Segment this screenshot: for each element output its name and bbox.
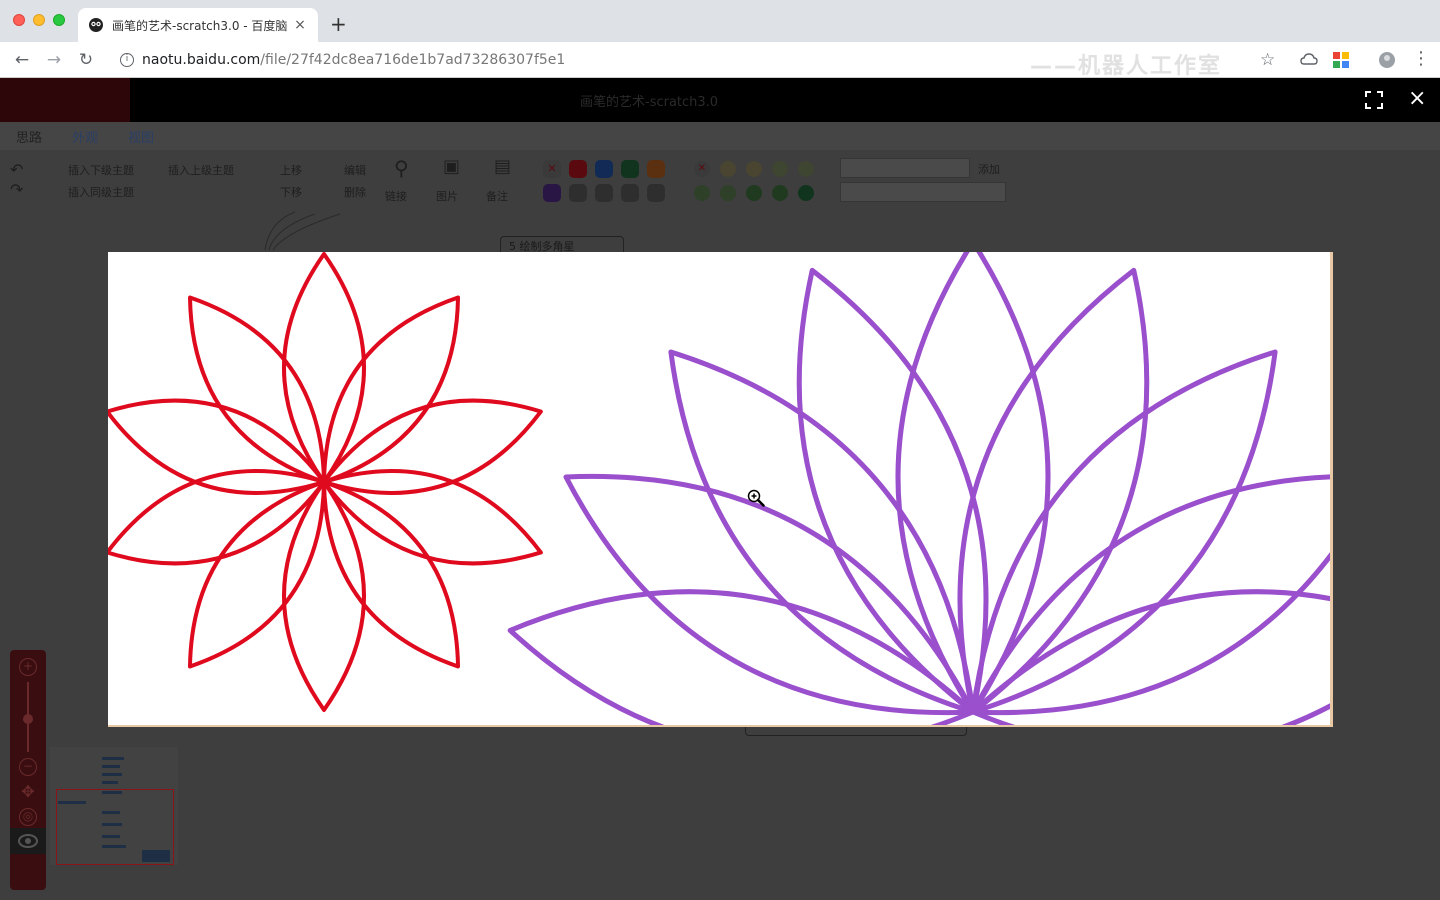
purple-petal bbox=[895, 252, 1051, 714]
baidu-naotu-favicon-icon bbox=[89, 18, 103, 32]
progress-5-icon[interactable] bbox=[720, 185, 736, 201]
cloud-extension-icon[interactable] bbox=[1300, 51, 1318, 69]
purple-petal bbox=[668, 349, 976, 715]
tab-title: 画笔的艺术-scratch3.0 - 百度脑 bbox=[112, 18, 288, 33]
close-viewer-icon[interactable]: × bbox=[1408, 88, 1426, 110]
red-petal bbox=[322, 480, 461, 669]
tag-input[interactable] bbox=[840, 158, 970, 178]
redo-icon[interactable]: ↷ bbox=[10, 180, 23, 199]
insert-sibling-button[interactable]: 插入同级主题 bbox=[68, 184, 134, 200]
move-up-button[interactable]: 上移 bbox=[280, 162, 302, 178]
zoom-in-cursor-icon bbox=[747, 489, 765, 507]
tab-appearance[interactable]: 外观 bbox=[72, 127, 98, 146]
progress-0-icon[interactable] bbox=[720, 161, 736, 177]
purple-lotus bbox=[507, 252, 1330, 725]
image-button[interactable]: 图片 bbox=[436, 188, 458, 204]
priority-2-button[interactable] bbox=[595, 160, 613, 178]
link-icon: ⚲ bbox=[394, 156, 409, 180]
priority-3-button[interactable] bbox=[621, 160, 639, 178]
video-watermark: ——机器人工作室 bbox=[1030, 54, 1223, 79]
image-viewer-bar: 画笔的艺术-scratch3.0 × bbox=[0, 78, 1440, 122]
red-flower bbox=[108, 252, 543, 712]
note-icon: ▤ bbox=[494, 156, 512, 177]
progress-3-icon[interactable] bbox=[798, 161, 814, 177]
close-window-button[interactable] bbox=[13, 14, 25, 26]
url-path: /file/27f42dc8ea716de1b7ad73286307f5e1 bbox=[260, 52, 566, 68]
insert-parent-button[interactable]: 插入上级主题 bbox=[168, 162, 234, 178]
image-lightbox[interactable] bbox=[108, 252, 1333, 727]
ribbon-toolbar: ↶ ↷ 插入下级主题 插入上级主题 插入同级主题 上移 下移 编辑 删除 ⚲ 链… bbox=[0, 150, 1440, 210]
colorful-extension-icon[interactable] bbox=[1332, 51, 1350, 69]
priority-1-button[interactable] bbox=[569, 160, 587, 178]
browser-toolbar: ← → ↻ i naotu.baidu.com/file/27f42dc8ea7… bbox=[0, 42, 1440, 79]
link-button[interactable]: 链接 bbox=[385, 188, 407, 204]
profile-avatar-icon[interactable] bbox=[1378, 51, 1396, 69]
undo-icon[interactable]: ↶ bbox=[10, 160, 23, 179]
menu-tabs: 思路 外观 视图 bbox=[0, 122, 1440, 150]
reload-icon[interactable]: ↻ bbox=[76, 50, 96, 70]
progress-1-icon[interactable] bbox=[746, 161, 762, 177]
move-down-button[interactable]: 下移 bbox=[280, 184, 302, 200]
move-icon[interactable]: ✥ bbox=[19, 784, 37, 802]
red-petal bbox=[187, 295, 326, 484]
tab-idea[interactable]: 思路 bbox=[16, 127, 42, 146]
background-mindmap-branches bbox=[264, 211, 341, 251]
zoom-slider-handle[interactable] bbox=[23, 714, 33, 724]
priority-remove-icon[interactable]: ✕ bbox=[543, 160, 561, 178]
image-icon: ▣ bbox=[443, 156, 461, 177]
priority-4-button[interactable] bbox=[647, 160, 665, 178]
site-info-icon[interactable]: i bbox=[120, 53, 134, 67]
red-petal bbox=[187, 480, 326, 669]
red-petal bbox=[322, 295, 461, 484]
url-host: naotu.baidu.com bbox=[142, 52, 261, 68]
zoom-out-icon[interactable]: − bbox=[19, 758, 37, 776]
minimap-viewport[interactable] bbox=[56, 789, 174, 865]
viewer-title: 画笔的艺术-scratch3.0 bbox=[580, 95, 719, 110]
locate-icon[interactable]: ◎ bbox=[19, 808, 37, 826]
flower-drawing-image bbox=[108, 252, 1330, 725]
browser-tab-bar: 画笔的艺术-scratch3.0 - 百度脑 × + bbox=[0, 0, 1440, 42]
priority-7-button[interactable] bbox=[595, 184, 613, 202]
browser-menu-icon[interactable]: ⋮ bbox=[1412, 48, 1430, 69]
app-logo bbox=[0, 78, 130, 122]
progress-6-icon[interactable] bbox=[746, 185, 762, 201]
note-button[interactable]: 备注 bbox=[486, 188, 508, 204]
edit-button[interactable]: 编辑 bbox=[344, 162, 366, 178]
zoom-panel: + − ✥ ◎ bbox=[10, 650, 46, 890]
tab-view[interactable]: 视图 bbox=[128, 127, 154, 146]
delete-button[interactable]: 删除 bbox=[344, 184, 366, 200]
purple-petal bbox=[970, 349, 1278, 715]
back-arrow-icon[interactable]: ← bbox=[12, 50, 32, 70]
maximize-window-button[interactable] bbox=[53, 14, 65, 26]
priority-8-button[interactable] bbox=[621, 184, 639, 202]
insert-child-button[interactable]: 插入下级主题 bbox=[68, 162, 134, 178]
priority-6-button[interactable] bbox=[569, 184, 587, 202]
minimize-window-button[interactable] bbox=[33, 14, 45, 26]
new-tab-button[interactable]: + bbox=[330, 12, 347, 36]
progress-2-icon[interactable] bbox=[772, 161, 788, 177]
tab-close-icon[interactable]: × bbox=[292, 17, 308, 33]
browser-tab[interactable]: 画笔的艺术-scratch3.0 - 百度脑 × bbox=[78, 8, 318, 42]
minimap[interactable] bbox=[50, 747, 178, 865]
progress-7-icon[interactable] bbox=[772, 185, 788, 201]
progress-4-icon[interactable] bbox=[694, 185, 710, 201]
eye-icon[interactable] bbox=[10, 828, 46, 854]
priority-5-button[interactable] bbox=[543, 184, 561, 202]
zoom-in-icon[interactable]: + bbox=[19, 658, 37, 676]
bookmark-star-icon[interactable]: ☆ bbox=[1260, 50, 1275, 70]
fullscreen-icon[interactable] bbox=[1364, 90, 1384, 110]
priority-9-button[interactable] bbox=[647, 184, 665, 202]
tag-select[interactable] bbox=[840, 182, 1006, 202]
progress-remove-icon[interactable]: ✕ bbox=[694, 161, 710, 177]
tag-add-button[interactable]: 添加 bbox=[978, 161, 1000, 177]
progress-done-icon[interactable] bbox=[798, 185, 814, 201]
forward-arrow-icon[interactable]: → bbox=[44, 50, 64, 70]
